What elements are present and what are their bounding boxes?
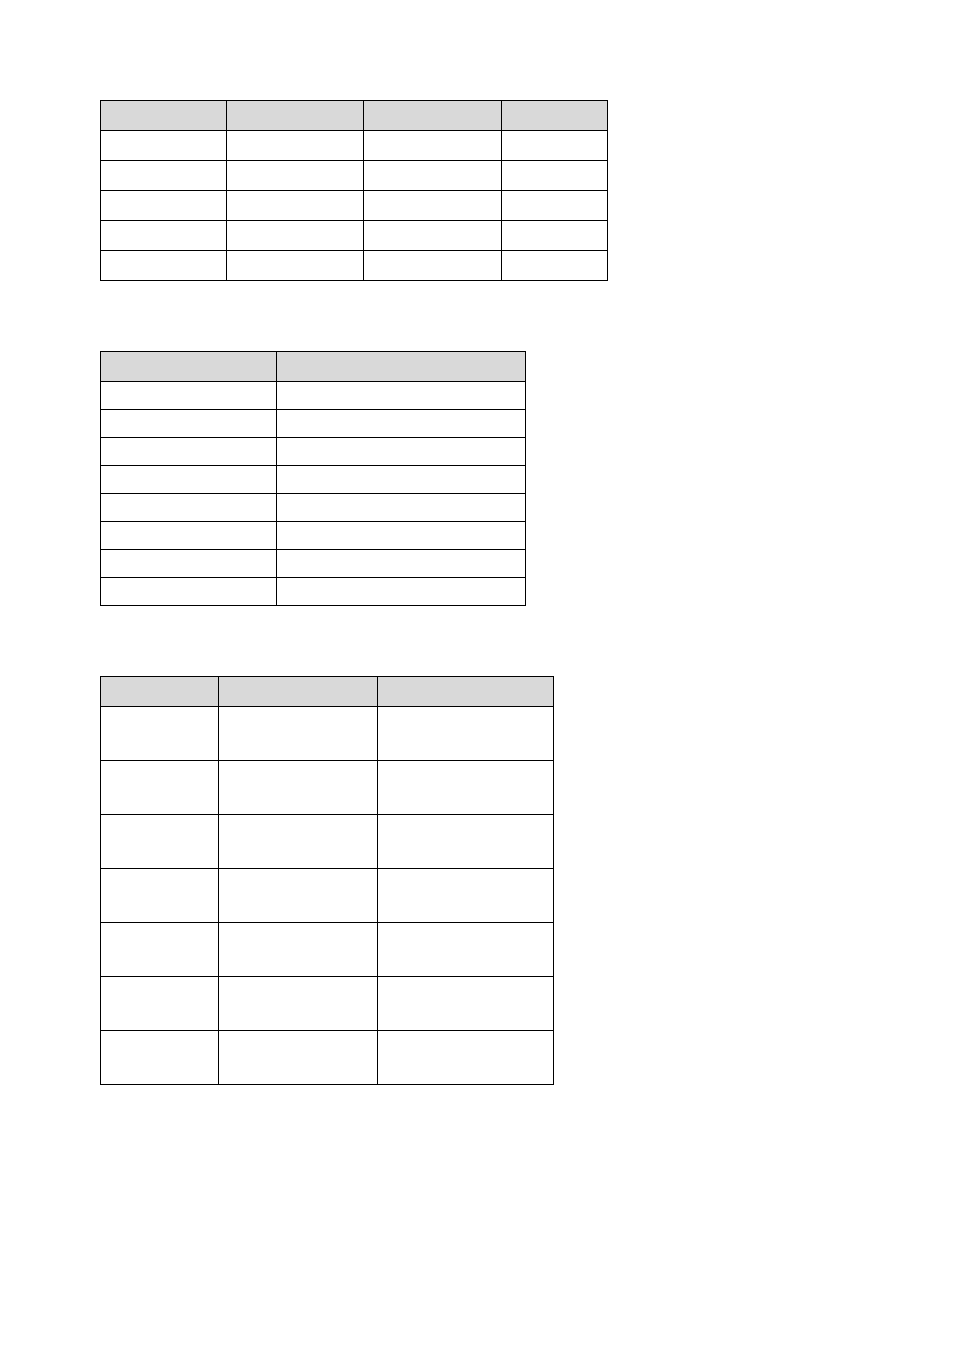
table-2-header-row <box>101 352 526 382</box>
table-cell <box>502 221 608 251</box>
table-cell <box>101 707 219 761</box>
table-3 <box>100 676 554 1085</box>
table-1-header-cell <box>226 101 364 131</box>
table-row <box>101 522 526 550</box>
table-cell <box>364 161 502 191</box>
table-cell <box>378 923 554 977</box>
table-2-header-cell <box>101 352 277 382</box>
table-cell <box>378 869 554 923</box>
table-cell <box>101 131 227 161</box>
table-cell <box>378 707 554 761</box>
table-row <box>101 707 554 761</box>
table-row <box>101 466 526 494</box>
table-cell <box>364 251 502 281</box>
table-row <box>101 251 608 281</box>
table-row <box>101 410 526 438</box>
table-cell <box>364 221 502 251</box>
table-cell <box>101 161 227 191</box>
table-3-header-cell <box>378 677 554 707</box>
table-row <box>101 438 526 466</box>
table-1-header-cell <box>101 101 227 131</box>
table-1 <box>100 100 608 281</box>
table-cell <box>101 251 227 281</box>
table-cell <box>101 923 219 977</box>
table-cell <box>218 977 378 1031</box>
table-2 <box>100 351 526 606</box>
table-cell <box>502 191 608 221</box>
table-cell <box>226 161 364 191</box>
table-1-header-row <box>101 101 608 131</box>
table-cell <box>101 466 277 494</box>
table-cell <box>218 1031 378 1085</box>
table-3-header-cell <box>218 677 378 707</box>
table-cell <box>226 221 364 251</box>
table-cell <box>218 707 378 761</box>
table-cell <box>276 438 525 466</box>
table-row <box>101 221 608 251</box>
table-cell <box>276 494 525 522</box>
table-cell <box>218 761 378 815</box>
table-cell <box>101 522 277 550</box>
table-cell <box>101 494 277 522</box>
table-cell <box>276 578 525 606</box>
table-cell <box>226 131 364 161</box>
table-row <box>101 815 554 869</box>
table-cell <box>276 410 525 438</box>
table-cell <box>101 221 227 251</box>
table-cell <box>364 191 502 221</box>
table-cell <box>101 578 277 606</box>
table-cell <box>101 410 277 438</box>
table-cell <box>101 815 219 869</box>
table-cell <box>218 815 378 869</box>
table-row <box>101 494 526 522</box>
table-row <box>101 761 554 815</box>
table-cell <box>101 191 227 221</box>
table-3-header-row <box>101 677 554 707</box>
page <box>0 0 954 1350</box>
table-1-header-cell <box>364 101 502 131</box>
table-row <box>101 131 608 161</box>
table-row <box>101 550 526 578</box>
table-cell <box>502 131 608 161</box>
table-cell <box>378 761 554 815</box>
table-row <box>101 923 554 977</box>
table-row <box>101 161 608 191</box>
table-row <box>101 578 526 606</box>
table-cell <box>101 382 277 410</box>
table-row <box>101 382 526 410</box>
table-cell <box>101 977 219 1031</box>
table-cell <box>226 191 364 221</box>
table-cell <box>101 1031 219 1085</box>
table-cell <box>364 131 502 161</box>
table-cell <box>101 550 277 578</box>
table-cell <box>378 815 554 869</box>
table-row <box>101 1031 554 1085</box>
table-row <box>101 869 554 923</box>
table-cell <box>276 382 525 410</box>
table-cell <box>101 869 219 923</box>
table-row <box>101 191 608 221</box>
table-cell <box>378 977 554 1031</box>
table-2-header-cell <box>276 352 525 382</box>
table-cell <box>276 466 525 494</box>
table-cell <box>101 438 277 466</box>
table-cell <box>502 161 608 191</box>
table-row <box>101 977 554 1031</box>
table-cell <box>378 1031 554 1085</box>
table-cell <box>218 869 378 923</box>
table-1-header-cell <box>502 101 608 131</box>
table-cell <box>276 550 525 578</box>
table-cell <box>502 251 608 281</box>
table-cell <box>276 522 525 550</box>
table-3-header-cell <box>101 677 219 707</box>
table-cell <box>101 761 219 815</box>
table-cell <box>218 923 378 977</box>
table-cell <box>226 251 364 281</box>
